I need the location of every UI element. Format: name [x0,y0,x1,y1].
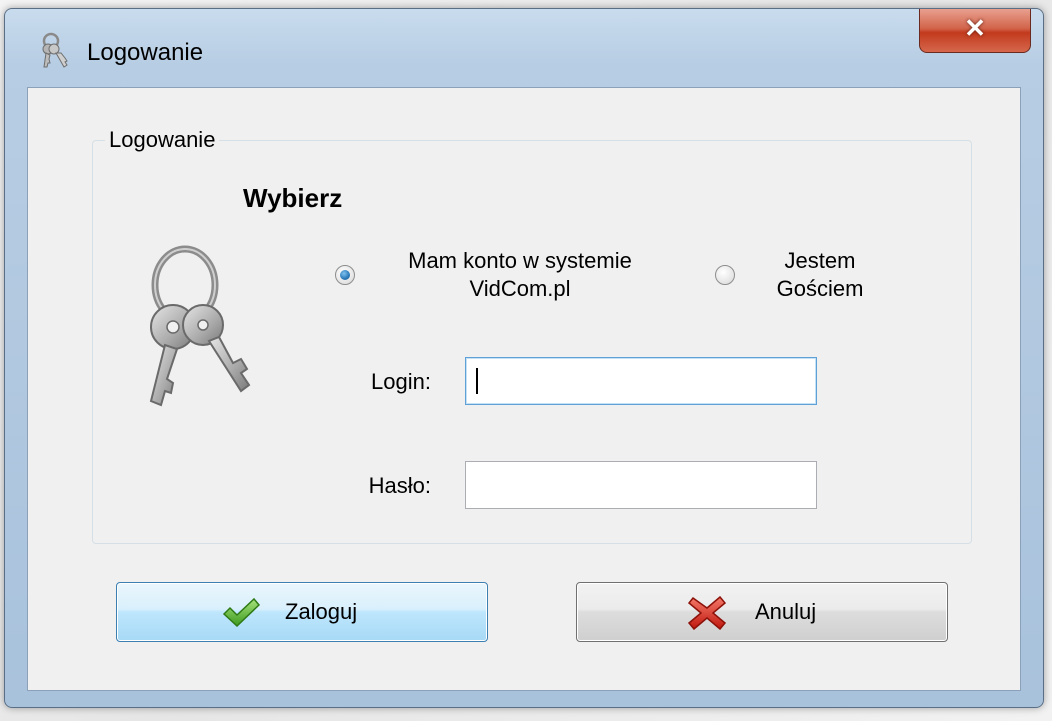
radio-have-account[interactable] [335,265,355,285]
password-input[interactable] [465,461,817,509]
cancel-button-label: Anuluj [755,599,817,624]
close-button[interactable]: ✕ [919,9,1031,53]
keys-icon [149,245,251,407]
title-bar[interactable]: Logowanie ✕ [5,9,1043,81]
red-x-icon [687,596,727,630]
login-button-label: Zaloguj [285,599,358,624]
login-dialog-window: Logowanie ✕ Logowanie Wybierz Mam konto … [4,8,1044,708]
radio-have-account-label-line1: Mam konto w systemie [408,248,632,273]
login-input[interactable] [465,357,817,405]
window-title: Logowanie [87,39,204,66]
cancel-button[interactable]: Anuluj [576,582,948,642]
groupbox-legend: Logowanie [105,127,220,153]
dialog-client-area: Logowanie Wybierz Mam konto w systemie V… [27,87,1021,691]
radio-guest[interactable] [715,265,735,285]
choose-heading: Wybierz [243,183,343,213]
text-caret [476,368,478,394]
password-label: Hasło: [368,473,431,498]
close-icon: ✕ [964,13,986,43]
login-button[interactable]: Zaloguj [116,582,488,642]
login-label: Login: [371,369,431,394]
radio-have-account-label[interactable]: Mam konto w systemie VidCom.pl [365,247,675,303]
radio-guest-label[interactable]: Jestem Gościem [745,247,895,303]
login-groupbox: Logowanie Wybierz Mam konto w systemie V… [92,127,972,544]
checkmark-icon [222,597,261,628]
radio-have-account-label-line2: VidCom.pl [469,276,571,301]
radio-guest-label-line1: Jestem [784,248,856,273]
radio-guest-label-line2: Gościem [776,276,864,301]
keys-icon [42,32,68,68]
